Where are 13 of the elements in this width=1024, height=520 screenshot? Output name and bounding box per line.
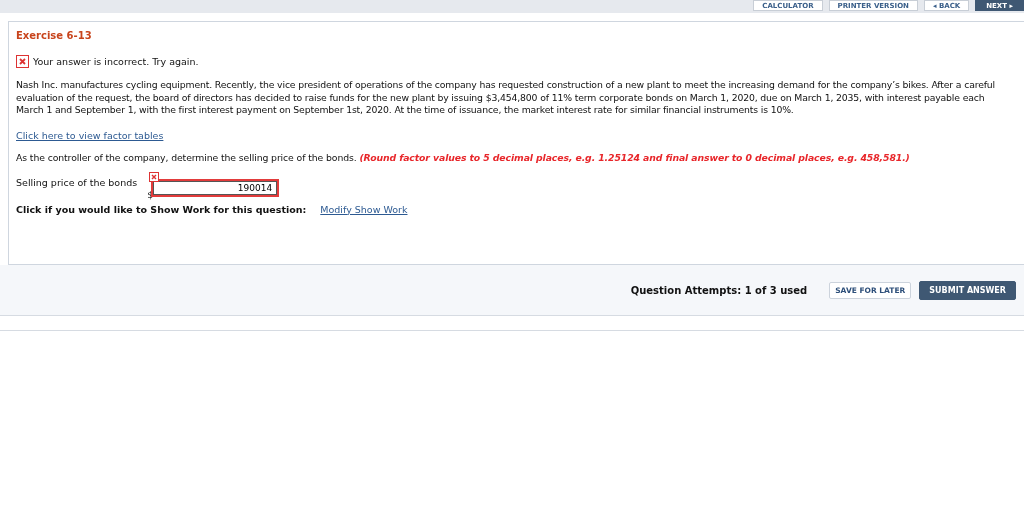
problem-text: Nash Inc. manufactures cycling equipment. Recently, the vice president of operations of the company has requested construction of a new plant to meet the increasing demand for the company’s bikes. After a careful evaluation of the request, the board of directors has decided to raise funds for the new plant by issuing $3,454,800 of 11% term corporate bonds on March 1, 2020, due on March 1, 2035, with interest payable each March 1 and September 1, with the first interest payment on September 1st, 2020. At the time of issuance, the market interest rate for similar financial instruments is 10%.	[16, 79, 997, 117]
error-icon	[149, 171, 160, 182]
answer-label: Selling price of the bonds	[16, 176, 138, 188]
submit-button[interactable]: SUBMIT ANSWER	[919, 280, 1016, 300]
feedback-message: Your answer is incorrect. Try again.	[33, 56, 199, 67]
question-text: As the controller of the company, determine the selling price of the bonds. (Round factor values to 5 decimal places, e.g. 1.25124 and final answer to 0 decimal places, e.g. 458,581.)	[16, 151, 911, 163]
attempts-text: Question Attempts: 1 of 3 used	[630, 284, 808, 296]
error-icon	[16, 55, 29, 68]
factor-tables-link[interactable]: Click here to view factor tables	[16, 129, 164, 141]
show-work-label: Click if you would like to Show Work for this question:	[16, 203, 307, 215]
exercise-title: Exercise 6-13	[16, 30, 93, 41]
answer-field[interactable]: 190014	[153, 180, 278, 195]
show-work-link[interactable]: Modify Show Work	[320, 203, 408, 215]
